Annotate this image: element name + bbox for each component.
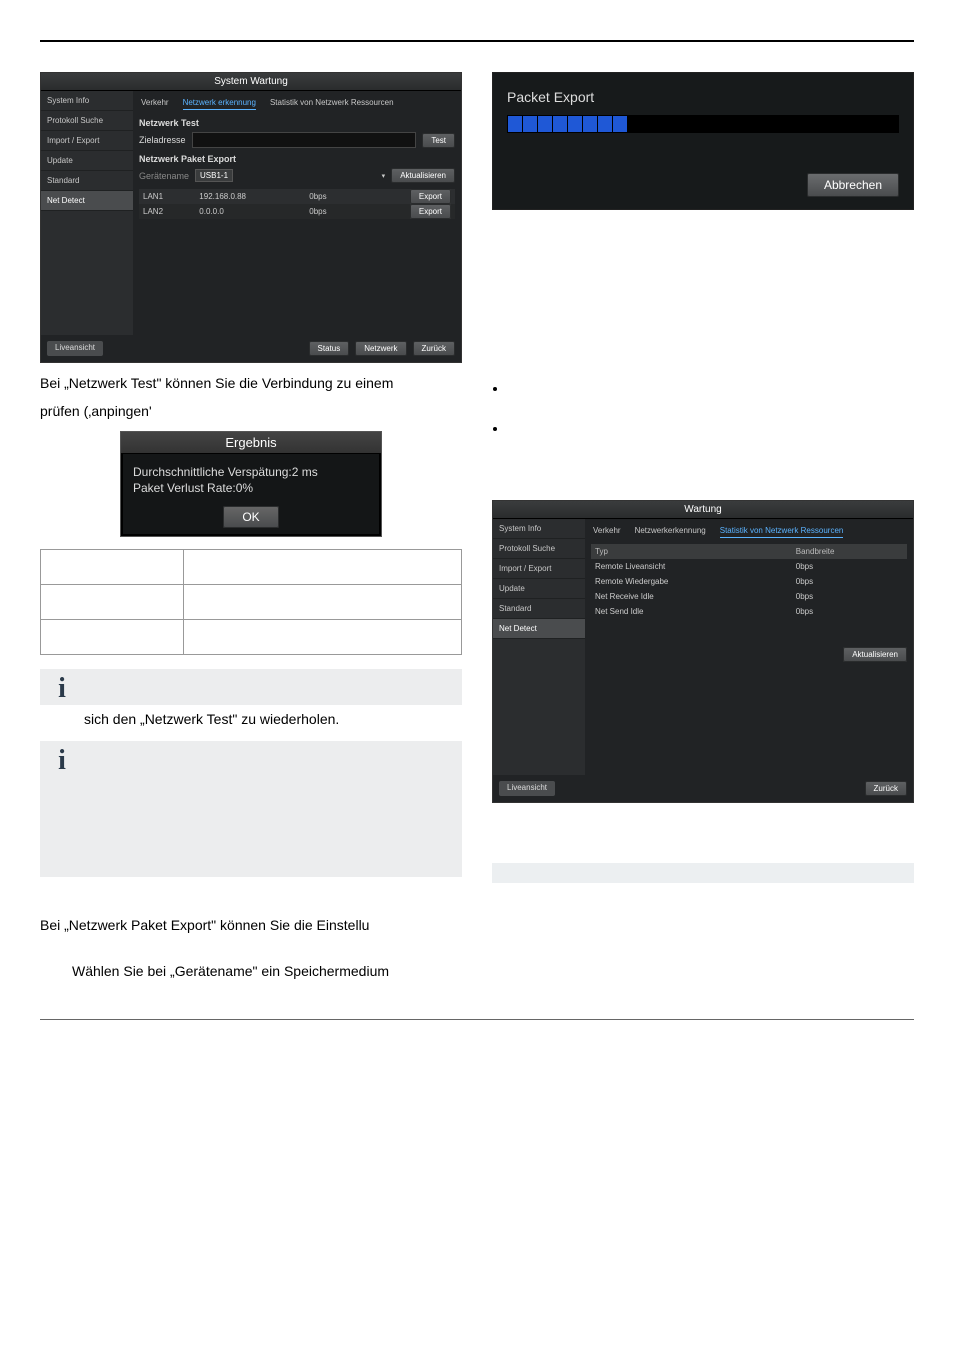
zurueck-button[interactable]: Zurück: [865, 781, 907, 796]
info-box-2: i: [40, 741, 462, 877]
sidebar-item-protokoll-suche[interactable]: Protokoll Suche: [41, 111, 133, 131]
tab-bar: Verkehr Netzwerkerkennung Statistik von …: [591, 523, 907, 544]
table-row: Net Send Idle0bps: [591, 604, 907, 619]
screenshot-system-wartung: System Wartung System Info Protokoll Suc…: [40, 72, 462, 363]
page-bottom-rule: [40, 1019, 914, 1020]
info-body: [84, 669, 462, 705]
info-icon: i: [40, 669, 84, 705]
empty-table: [40, 549, 462, 655]
sidebar: System Info Protokoll Suche Import / Exp…: [41, 91, 133, 335]
label-zieladresse: Zieladresse: [139, 135, 186, 145]
table-row: Remote Wiedergabe0bps: [591, 574, 907, 589]
sidebar-item-system-info[interactable]: System Info: [41, 91, 133, 111]
sidebar-item-update[interactable]: Update: [493, 579, 585, 599]
info-box-1: i: [40, 669, 462, 705]
table-row: LAN2 0.0.0.0 0bps Export: [139, 204, 455, 219]
test-button[interactable]: Test: [422, 133, 455, 148]
abbrechen-button[interactable]: Abbrechen: [807, 173, 899, 197]
body-text: Wählen Sie bei „Gerätename" ein Speicher…: [72, 963, 462, 979]
export-button[interactable]: Export: [410, 204, 451, 219]
body-text: prüfen (‚anpingen': [40, 403, 462, 419]
liveansicht-button[interactable]: Liveansicht: [499, 781, 555, 796]
zurueck-button[interactable]: Zurück: [413, 341, 455, 356]
chevron-down-icon: ▾: [382, 172, 386, 180]
sidebar-item-update[interactable]: Update: [41, 151, 133, 171]
export-button[interactable]: Export: [410, 189, 451, 204]
grey-block: [492, 863, 914, 883]
dialog-ergebnis: Ergebnis Durchschnittliche Verspätung:2 …: [120, 431, 382, 537]
info-icon: i: [40, 741, 84, 877]
section-netzwerk-test: Netzwerk Test: [139, 118, 455, 128]
result-line-1: Durchschnittliche Verspätung:2 ms: [133, 465, 318, 479]
tab-statistik[interactable]: Statistik von Netzwerk Ressourcen: [720, 526, 844, 538]
table-row: LAN1 192.168.0.88 0bps Export: [139, 189, 455, 204]
tab-netzwerk-erkennung[interactable]: Netzwerk erkennung: [183, 98, 256, 110]
progress-bar: [507, 115, 899, 133]
netzwerk-button[interactable]: Netzwerk: [355, 341, 406, 356]
select-value: USB1-1: [200, 171, 228, 180]
status-button[interactable]: Status: [309, 341, 350, 356]
tab-verkehr[interactable]: Verkehr: [141, 98, 169, 110]
tab-statistik[interactable]: Statistik von Netzwerk Ressourcen: [270, 98, 394, 110]
table-row: Remote Liveansicht0bps: [591, 559, 907, 574]
screenshot-wartung-statistik: Wartung System Info Protokoll Suche Impo…: [492, 500, 914, 803]
page-top-rule: [40, 40, 914, 42]
sidebar: System Info Protokoll Suche Import / Exp…: [493, 519, 585, 775]
bandwidth-table: Typ Bandbreite Remote Liveansicht0bps Re…: [591, 544, 907, 619]
sidebar-item-standard[interactable]: Standard: [493, 599, 585, 619]
info-1-tail: sich den „Netzwerk Test" zu wiederholen.: [84, 711, 462, 727]
sidebar-item-import-export[interactable]: Import / Export: [41, 131, 133, 151]
tab-netzwerkerkennung[interactable]: Netzwerkerkennung: [635, 526, 706, 538]
sidebar-item-import-export[interactable]: Import / Export: [493, 559, 585, 579]
select-geraetename[interactable]: USB1-1: [195, 169, 233, 182]
table-row: Net Receive Idle0bps: [591, 589, 907, 604]
sidebar-item-protokoll-suche[interactable]: Protokoll Suche: [493, 539, 585, 559]
aktualisieren-button[interactable]: Aktualisieren: [843, 647, 907, 662]
sidebar-item-standard[interactable]: Standard: [41, 171, 133, 191]
body-text: Bei „Netzwerk Paket Export" können Sie d…: [40, 917, 462, 933]
ok-button[interactable]: OK: [223, 506, 278, 528]
sidebar-item-system-info[interactable]: System Info: [493, 519, 585, 539]
dialog-packet-export: Packet Export Abbrechen: [492, 72, 914, 210]
tab-verkehr[interactable]: Verkehr: [593, 526, 621, 538]
dialog-title: Packet Export: [493, 73, 913, 115]
window-title: System Wartung: [41, 73, 461, 91]
result-line-2: Paket Verlust Rate:0%: [133, 481, 253, 495]
aktualisieren-button[interactable]: Aktualisieren: [391, 168, 455, 183]
sidebar-item-net-detect[interactable]: Net Detect: [41, 191, 133, 211]
dialog-title: Ergebnis: [121, 432, 381, 454]
info-body: [84, 741, 462, 877]
bullet-item: [508, 380, 914, 396]
window-title: Wartung: [493, 501, 913, 519]
body-text: Bei „Netzwerk Test" können Sie die Verbi…: [40, 375, 462, 391]
sidebar-item-net-detect[interactable]: Net Detect: [493, 619, 585, 639]
col-typ: Typ: [591, 544, 792, 559]
input-zieladresse[interactable]: [192, 132, 417, 148]
label-geraetename: Gerätename: [139, 171, 189, 181]
col-bandbreite: Bandbreite: [792, 544, 907, 559]
bullet-item: [508, 420, 914, 436]
liveansicht-button[interactable]: Liveansicht: [47, 341, 103, 356]
packet-export-table: LAN1 192.168.0.88 0bps Export LAN2 0.0.0…: [139, 189, 455, 219]
section-paket-export: Netzwerk Paket Export: [139, 154, 455, 164]
tab-bar: Verkehr Netzwerk erkennung Statistik von…: [139, 95, 455, 116]
